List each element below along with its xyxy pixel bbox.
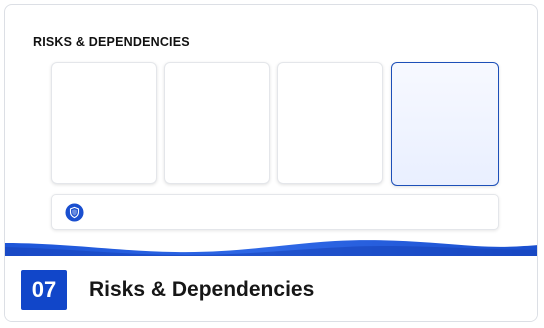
footer-title: Risks & Dependencies [89, 278, 315, 301]
section-number-badge: 07 [21, 270, 67, 310]
shield-icon [65, 203, 84, 222]
tile-grid [51, 62, 499, 186]
section-title: RISKS & DEPENDENCIES [33, 35, 190, 49]
info-bar[interactable] [51, 194, 499, 230]
tile-2[interactable] [164, 62, 270, 184]
tile-1[interactable] [51, 62, 157, 184]
wave-divider [5, 240, 537, 257]
tile-4-selected[interactable] [391, 62, 499, 186]
tile-3[interactable] [277, 62, 383, 184]
risks-card: RISKS & DEPENDENCIES 07 Risks & Dependen… [4, 4, 538, 322]
footer: 07 Risks & Dependencies [5, 256, 537, 321]
